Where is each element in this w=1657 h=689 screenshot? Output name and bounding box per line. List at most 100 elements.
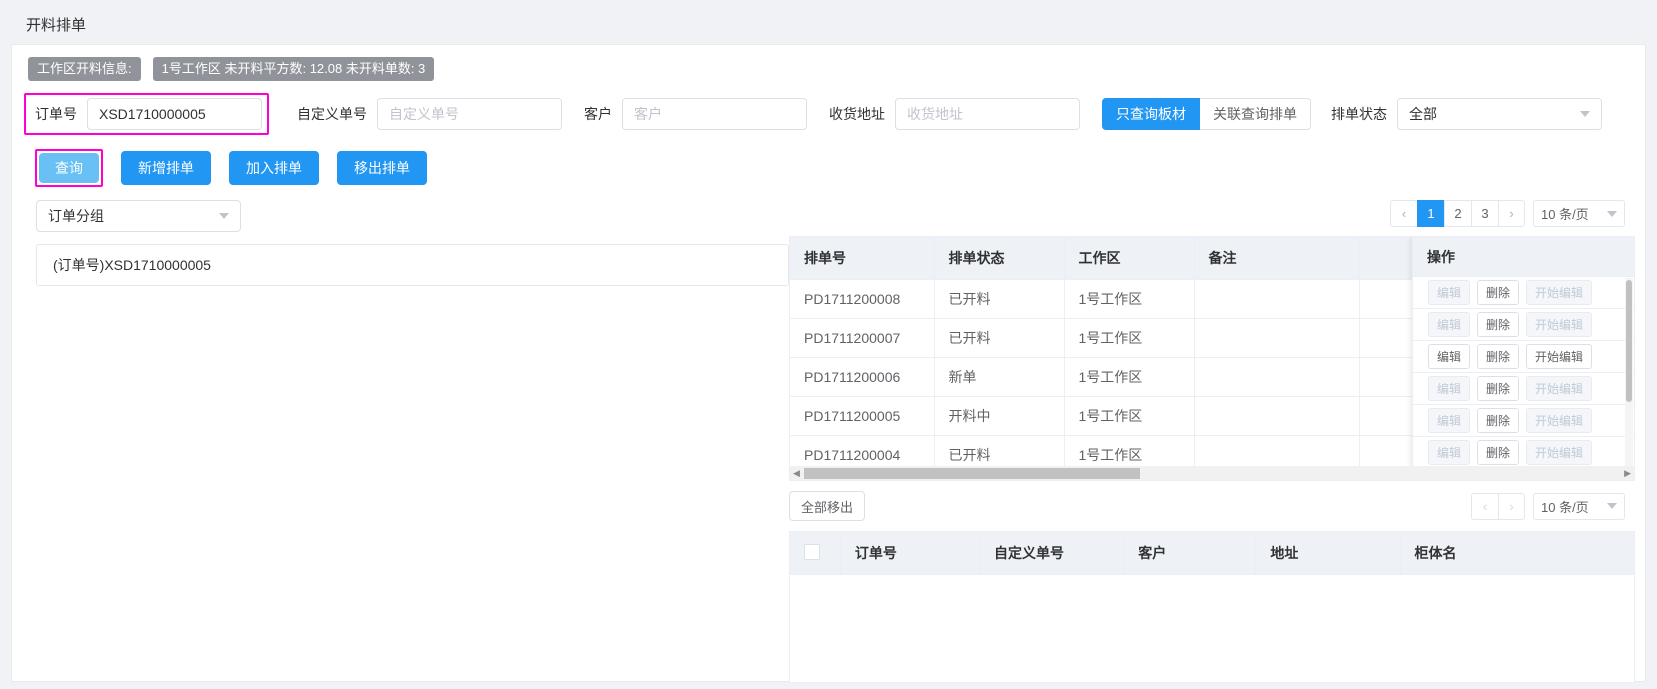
custom-no-label: 自定义单号 — [297, 106, 367, 123]
order-page-prev[interactable]: ‹ — [1471, 492, 1498, 520]
query-button[interactable]: 查询 — [39, 153, 99, 184]
plan-cell-remark — [1194, 357, 1360, 398]
scroll-right-icon[interactable]: ▶ — [1624, 468, 1631, 479]
order-group-select[interactable]: 订单分组 — [36, 200, 241, 233]
order-group-select-value: 订单分组 — [48, 208, 104, 225]
plan-page-size-select[interactable]: 10 条/页 — [1533, 200, 1625, 228]
order-col-cabinet: 柜体名 — [1400, 532, 1634, 576]
plan-operation-row: 编辑 删除 开始编辑 — [1413, 437, 1634, 466]
plan-operation-row: 编辑 删除 开始编辑 — [1413, 405, 1634, 438]
join-plan-button[interactable]: 加入排单 — [229, 151, 319, 186]
plan-cell-workzone: 1号工作区 — [1064, 279, 1195, 320]
delete-button[interactable]: 删除 — [1477, 344, 1520, 370]
order-page-next[interactable]: › — [1498, 492, 1525, 520]
plan-cell-remark — [1194, 318, 1360, 359]
scroll-left-icon[interactable]: ◀ — [793, 468, 800, 479]
workzone-info-row: 工作区开料信息: 1号工作区 未开料平方数: 12.08 未开料单数: 3 — [12, 45, 1645, 82]
plan-table-hscroll-thumb[interactable] — [804, 468, 1140, 480]
order-col-customer: 客户 — [1123, 532, 1257, 576]
plan-page-size-value: 10 条/页 — [1541, 207, 1589, 223]
order-table-wrap: 订单号 自定义单号 客户 地址 柜体名 — [789, 531, 1635, 684]
toggle-related-plan[interactable]: 关联查询排单 — [1200, 98, 1311, 131]
start-edit-button: 开始编辑 — [1526, 312, 1593, 338]
delete-button[interactable]: 删除 — [1477, 280, 1520, 306]
plan-page-2[interactable]: 2 — [1444, 200, 1471, 228]
status-select[interactable]: 全部 — [1397, 98, 1602, 131]
plan-col-workzone: 工作区 — [1064, 237, 1195, 281]
plan-table-horizontal-scrollbar[interactable]: ◀ ▶ — [789, 466, 1635, 482]
new-plan-button[interactable]: 新增排单 — [121, 151, 211, 186]
plan-operation-row: 编辑 删除 开始编辑 — [1413, 373, 1634, 406]
plan-operation-cell: 编辑 删除 开始编辑 — [1425, 408, 1593, 434]
plan-table-vertical-scrollbar[interactable] — [1625, 278, 1633, 467]
plan-cell-plan_no: PD1711200006 — [790, 357, 935, 398]
delete-button[interactable]: 删除 — [1477, 312, 1520, 338]
order-table: 订单号 自定义单号 客户 地址 柜体名 — [790, 532, 1634, 576]
order-no-input[interactable]: XSD1710000005 — [87, 98, 262, 131]
address-input[interactable]: 收货地址 — [895, 98, 1080, 131]
action-button-row: 查询 新增排单 加入排单 移出排单 — [12, 135, 1645, 188]
order-group-item[interactable]: (订单号)XSD1710000005 — [36, 244, 789, 287]
delete-button[interactable]: 删除 — [1477, 376, 1520, 402]
customer-input[interactable]: 客户 — [622, 98, 807, 131]
plan-operation-row: 编辑 删除 开始编辑 — [1413, 341, 1634, 374]
plan-page-prev[interactable]: ‹ — [1390, 200, 1417, 228]
start-edit-button[interactable]: 开始编辑 — [1526, 344, 1593, 370]
plan-cell-remark — [1194, 435, 1360, 467]
start-edit-button: 开始编辑 — [1526, 440, 1593, 466]
plan-table-vscroll-thumb[interactable] — [1626, 280, 1632, 403]
address-field: 收货地址 收货地址 — [829, 98, 1080, 131]
status-field: 排单状态 全部 — [1331, 98, 1602, 131]
plan-operation-row: 编辑 删除 开始编辑 — [1413, 309, 1634, 342]
plan-page-next[interactable]: › — [1498, 200, 1525, 228]
app-root: 开料排单 工作区开料信息: 1号工作区 未开料平方数: 12.08 未开料单数:… — [0, 0, 1657, 689]
toggle-only-board[interactable]: 只查询板材 — [1102, 98, 1200, 131]
plan-operation-cell: 编辑 删除 开始编辑 — [1425, 312, 1593, 338]
plan-cell-status: 已开料 — [934, 318, 1065, 359]
plan-operation-cell: 编辑 删除 开始编辑 — [1425, 376, 1593, 402]
plan-page-1[interactable]: 1 — [1417, 200, 1444, 228]
chevron-down-icon — [1580, 111, 1590, 118]
order-col-order-no: 订单号 — [840, 532, 981, 576]
body-split: 订单分组 (订单号)XSD1710000005 ‹ 1 2 3 › 10 条/页… — [12, 187, 1645, 684]
order-col-address: 地址 — [1255, 532, 1401, 576]
delete-button[interactable]: 删除 — [1477, 408, 1520, 434]
page-title: 开料排单 — [26, 17, 87, 34]
custom-no-input[interactable]: 自定义单号 — [377, 98, 562, 131]
edit-button: 编辑 — [1428, 280, 1471, 306]
customer-label: 客户 — [584, 106, 612, 123]
workzone-info-detail: 1号工作区 未开料平方数: 12.08 未开料单数: 3 — [152, 57, 435, 82]
plan-operation-rows: 编辑 删除 开始编辑 编辑 删除 开始编辑 编辑 删除 开始编辑 编辑 删除 开始编辑 编辑 删除 开始编辑… — [1413, 277, 1634, 466]
plan-operation-fixed-column: 操作 编辑 删除 开始编辑 编辑 删除 开始编辑 编辑 删除 开始编辑 编辑 删除 开始编辑 编辑 删除开… — [1412, 237, 1634, 467]
address-label: 收货地址 — [829, 106, 885, 123]
left-pane: 订单分组 (订单号)XSD1710000005 — [12, 200, 789, 683]
edit-button: 编辑 — [1428, 408, 1471, 434]
plan-cell-remark — [1194, 396, 1360, 437]
query-mode-toggle-group: 只查询板材 关联查询排单 — [1102, 98, 1311, 131]
plan-operation-header: 操作 — [1413, 237, 1634, 278]
plan-cell-status: 开料中 — [934, 396, 1065, 437]
plan-page-3[interactable]: 3 — [1471, 200, 1498, 228]
plan-cell-status: 已开料 — [934, 435, 1065, 467]
plan-cell-plan_no: PD1711200004 — [790, 435, 935, 467]
remove-all-button[interactable]: 全部移出 — [789, 491, 866, 522]
plan-col-status: 排单状态 — [934, 237, 1065, 281]
order-group-item-label: (订单号)XSD1710000005 — [53, 257, 211, 274]
plan-cell-plan_no: PD1711200005 — [790, 396, 935, 437]
main-card: 工作区开料信息: 1号工作区 未开料平方数: 12.08 未开料单数: 3 订单… — [11, 44, 1646, 684]
remove-plan-button[interactable]: 移出排单 — [337, 151, 427, 186]
workzone-info-label: 工作区开料信息: — [28, 57, 141, 82]
edit-button[interactable]: 编辑 — [1428, 344, 1471, 370]
status-label: 排单状态 — [1331, 106, 1387, 123]
select-all-checkbox[interactable] — [804, 543, 820, 560]
plan-pagination: ‹ 1 2 3 › 10 条/页 — [789, 200, 1635, 228]
delete-button[interactable]: 删除 — [1477, 440, 1520, 466]
plan-cell-status: 已开料 — [934, 279, 1065, 320]
edit-button: 编辑 — [1428, 376, 1471, 402]
plan-table-wrap: 排单号 排单状态 工作区 备注 PD1711200008 已开料 1号工作区 PD17… — [789, 236, 1635, 467]
order-page-size-select[interactable]: 10 条/页 — [1533, 492, 1625, 520]
chevron-down-icon — [219, 213, 229, 220]
plan-cell-plan_no: PD1711200008 — [790, 279, 935, 320]
plan-cell-status: 新单 — [934, 357, 1065, 398]
edit-button: 编辑 — [1428, 440, 1471, 466]
